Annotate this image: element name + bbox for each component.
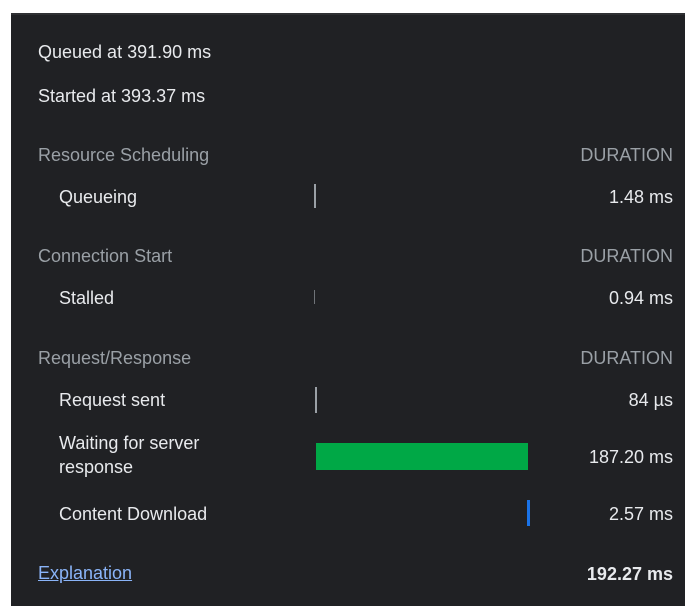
- started-at-text: Started at 393.37 ms: [38, 86, 206, 106]
- row-value-waiting: 187.20 ms: [588, 447, 673, 467]
- duration-header: DURATION: [580, 246, 673, 266]
- row-value-content-download: 2.57 ms: [608, 504, 673, 524]
- row-label-content-download: Content Download: [59, 504, 208, 524]
- duration-header: DURATION: [580, 348, 673, 368]
- row-value-request-sent: 84 µs: [628, 390, 673, 410]
- content-download-bar: [527, 500, 530, 526]
- queued-at-text: Queued at 391.90 ms: [38, 42, 212, 62]
- stalled-bar: [314, 290, 315, 304]
- panel-top-border: [11, 13, 685, 15]
- total-duration: 192.27 ms: [586, 564, 673, 584]
- section-title-request-response: Request/Response: [38, 348, 192, 368]
- row-label-queueing: Queueing: [59, 187, 138, 207]
- row-value-stalled: 0.94 ms: [608, 288, 673, 308]
- row-label-waiting: Waiting for server response: [59, 433, 200, 477]
- duration-header: DURATION: [580, 145, 673, 165]
- waiting-bar: [316, 443, 528, 470]
- section-title-resource-scheduling: Resource Scheduling: [38, 145, 210, 165]
- request-sent-bar: [315, 387, 317, 413]
- timing-panel: Queued at 391.90 ms Started at 393.37 ms…: [11, 13, 685, 606]
- row-value-queueing: 1.48 ms: [608, 187, 673, 207]
- row-label-stalled: Stalled: [59, 288, 115, 308]
- explanation-link[interactable]: Explanation: [38, 563, 132, 584]
- section-title-connection-start: Connection Start: [38, 246, 173, 266]
- row-label-request-sent: Request sent: [59, 390, 166, 410]
- queueing-bar: [314, 184, 316, 208]
